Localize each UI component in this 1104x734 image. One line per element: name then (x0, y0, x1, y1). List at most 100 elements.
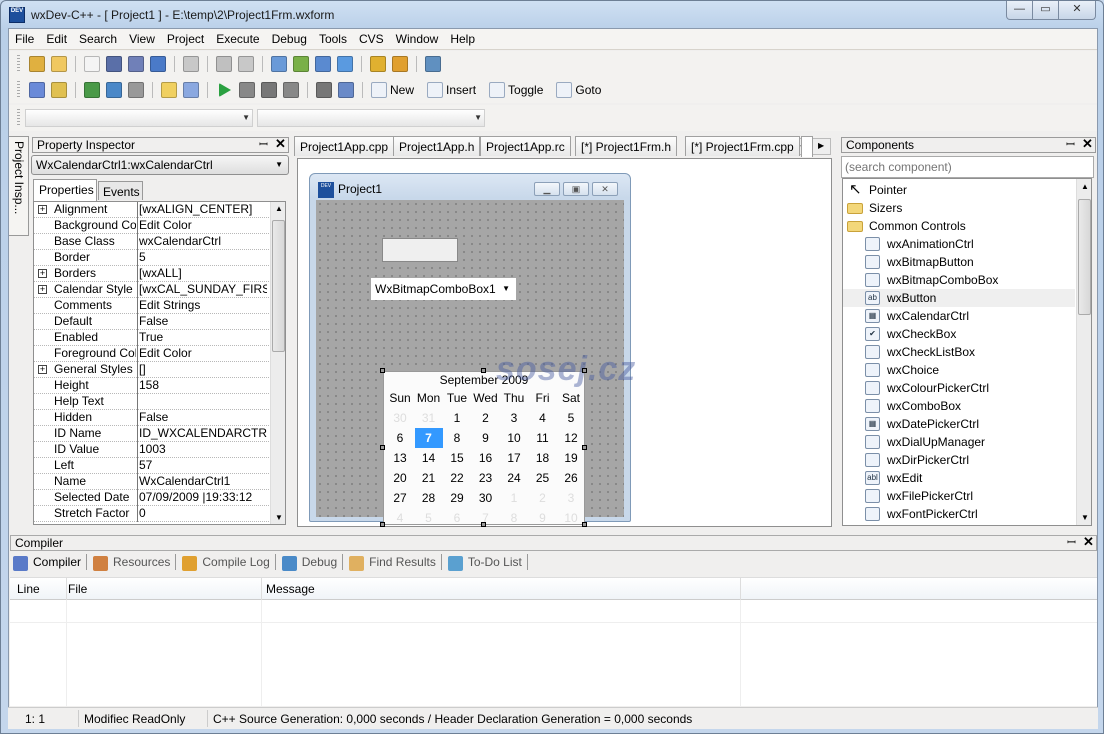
component-item[interactable]: wxBitmapComboBox (843, 271, 1075, 289)
property-row[interactable]: + General Styles [] (34, 362, 285, 378)
designed-form[interactable]: DEV Project1 ▁ ▣ ✕ WxBitmapComboBox1 ▼ S… (309, 173, 635, 527)
debug-window-icon[interactable] (128, 82, 144, 98)
remove-from-project-icon[interactable] (392, 56, 408, 72)
close-icon[interactable]: ✕ (1082, 137, 1093, 151)
pin-icon[interactable]: ꟷ (259, 138, 268, 152)
tab-compile-log[interactable]: Compile Log (182, 554, 276, 571)
calendar-day[interactable]: 9 (472, 430, 500, 446)
component-item[interactable]: wxBitmapButton (843, 253, 1075, 271)
print-icon[interactable] (183, 56, 199, 72)
object-selector[interactable]: WxCalendarCtrl1:wxCalendarCtrl ▼ (31, 155, 289, 175)
stop-icon[interactable] (261, 82, 277, 98)
save-icon[interactable] (106, 56, 122, 72)
close-icon[interactable]: ✕ (275, 137, 286, 151)
calendar-day-selected[interactable]: 7 (414, 428, 443, 448)
tab-properties[interactable]: Properties (33, 179, 97, 201)
undo-icon[interactable] (216, 56, 232, 72)
scroll-up-icon[interactable]: ▲ (1081, 182, 1089, 191)
calendar-day[interactable]: 8 (443, 430, 471, 446)
component-item[interactable]: wxCheckListBox (843, 343, 1075, 361)
calendar-day[interactable]: 10 (557, 510, 585, 526)
property-value[interactable]: [wxCAL_SUNDAY_FIRST, (137, 282, 267, 298)
component-item[interactable]: ab wxButton (843, 289, 1075, 307)
indent-icon[interactable] (316, 82, 332, 98)
toolbar-grip[interactable] (17, 109, 20, 127)
calendar-day[interactable]: 13 (386, 450, 414, 466)
component-item[interactable]: wxDialUpManager (843, 433, 1075, 451)
property-value[interactable] (137, 394, 267, 410)
wxbitmapcombobox-control[interactable]: WxBitmapComboBox1 ▼ (371, 278, 516, 300)
tab-resources[interactable]: Resources (93, 554, 177, 571)
form-canvas[interactable]: WxBitmapComboBox1 ▼ September 2009 Sun Mo… (316, 200, 635, 527)
project-inspector-side-tab[interactable]: Project Insp... (9, 136, 29, 236)
calendar-day[interactable]: 14 (415, 450, 443, 466)
scroll-down-icon[interactable]: ▼ (275, 513, 283, 522)
property-row[interactable]: ID Name ID_WXCALENDARCTRL1 (34, 426, 285, 442)
run-debug-icon[interactable] (219, 83, 231, 97)
title-bar[interactable]: DEV wxDev-C++ - [ Project1 ] - E:\temp\2… (1, 1, 1103, 29)
property-row[interactable]: Enabled True (34, 330, 285, 346)
property-row[interactable]: + Borders [wxALL] (34, 266, 285, 282)
calendar-day[interactable]: 9 (529, 510, 557, 526)
calendar-day[interactable]: 30 (386, 410, 414, 426)
component-item[interactable]: ✔ wxCheckBox (843, 325, 1075, 343)
close-icon[interactable]: ✕ (1083, 535, 1094, 549)
new-file-icon[interactable] (84, 56, 100, 72)
pause-icon[interactable] (239, 82, 255, 98)
scrollbar-thumb[interactable] (1078, 199, 1091, 315)
find-next-icon[interactable] (315, 56, 331, 72)
calendar-day[interactable]: 25 (529, 470, 557, 486)
column-header-file[interactable]: File (66, 578, 87, 600)
tab-compiler[interactable]: Compiler (13, 554, 88, 571)
resize-handle[interactable] (380, 445, 385, 450)
replace-icon[interactable] (293, 56, 309, 72)
add-to-project-icon[interactable] (370, 56, 386, 72)
tab-editor-file[interactable]: Project1App.rc (480, 136, 571, 156)
pin-icon[interactable]: ꟷ (1067, 536, 1076, 550)
property-row[interactable]: Hidden False (34, 410, 285, 426)
calendar-day[interactable]: 2 (529, 490, 557, 506)
property-value[interactable]: False (137, 410, 267, 426)
about-icon[interactable] (183, 82, 199, 98)
property-value[interactable]: 1003 (137, 442, 267, 458)
component-item[interactable]: wxComboBox (843, 397, 1075, 415)
calendar-day[interactable]: 3 (557, 490, 585, 506)
property-row[interactable]: Default False (34, 314, 285, 330)
calendar-day[interactable]: 31 (415, 410, 443, 426)
scroll-down-icon[interactable]: ▼ (1081, 513, 1089, 522)
property-value[interactable]: WxCalendarCtrl1 (137, 474, 267, 490)
menu-cvs[interactable]: CVS (353, 29, 390, 49)
expand-icon[interactable]: + (38, 269, 47, 278)
toolbar-grip[interactable] (17, 81, 20, 99)
goto-line-icon[interactable] (337, 56, 353, 72)
bookmark-toggle-button[interactable]: Toggle (486, 77, 553, 98)
open-project-icon[interactable] (51, 56, 67, 72)
run-icon[interactable] (106, 82, 122, 98)
bookmark-new-button[interactable]: New (368, 77, 424, 98)
find-icon[interactable] (271, 56, 287, 72)
component-item[interactable]: ↖ Pointer (843, 181, 1075, 199)
calendar-day[interactable]: 18 (529, 450, 557, 466)
bookmark-goto-button[interactable]: Goto (553, 77, 611, 98)
property-value[interactable]: [wxALIGN_CENTER] (137, 202, 267, 218)
toolbar-grip[interactable] (17, 55, 20, 73)
calendar-day[interactable]: 22 (443, 470, 471, 486)
property-row[interactable]: Stretch Factor 0 (34, 506, 285, 522)
calendar-day[interactable]: 5 (557, 410, 585, 426)
new-project-icon[interactable] (29, 56, 45, 72)
calendar-day[interactable]: 11 (529, 430, 557, 446)
property-row[interactable]: Foreground ColorEdit Color (34, 346, 285, 362)
menu-execute[interactable]: Execute (210, 29, 265, 49)
menu-file[interactable]: File (9, 29, 40, 49)
maximize-button[interactable]: ▭ (1032, 1, 1059, 20)
tab-editor-file[interactable]: Project1App.h (393, 136, 481, 156)
save-all-icon[interactable] (128, 56, 144, 72)
menu-project[interactable]: Project (161, 29, 210, 49)
property-value[interactable]: Edit Color (137, 346, 267, 362)
component-item[interactable]: wxFontPickerCtrl (843, 505, 1075, 523)
property-value[interactable]: [] (137, 362, 267, 378)
property-row[interactable]: Name WxCalendarCtrl1 (34, 474, 285, 490)
calendar-day[interactable]: 17 (500, 450, 528, 466)
step-icon[interactable] (283, 82, 299, 98)
property-value[interactable]: wxCalendarCtrl (137, 234, 267, 250)
